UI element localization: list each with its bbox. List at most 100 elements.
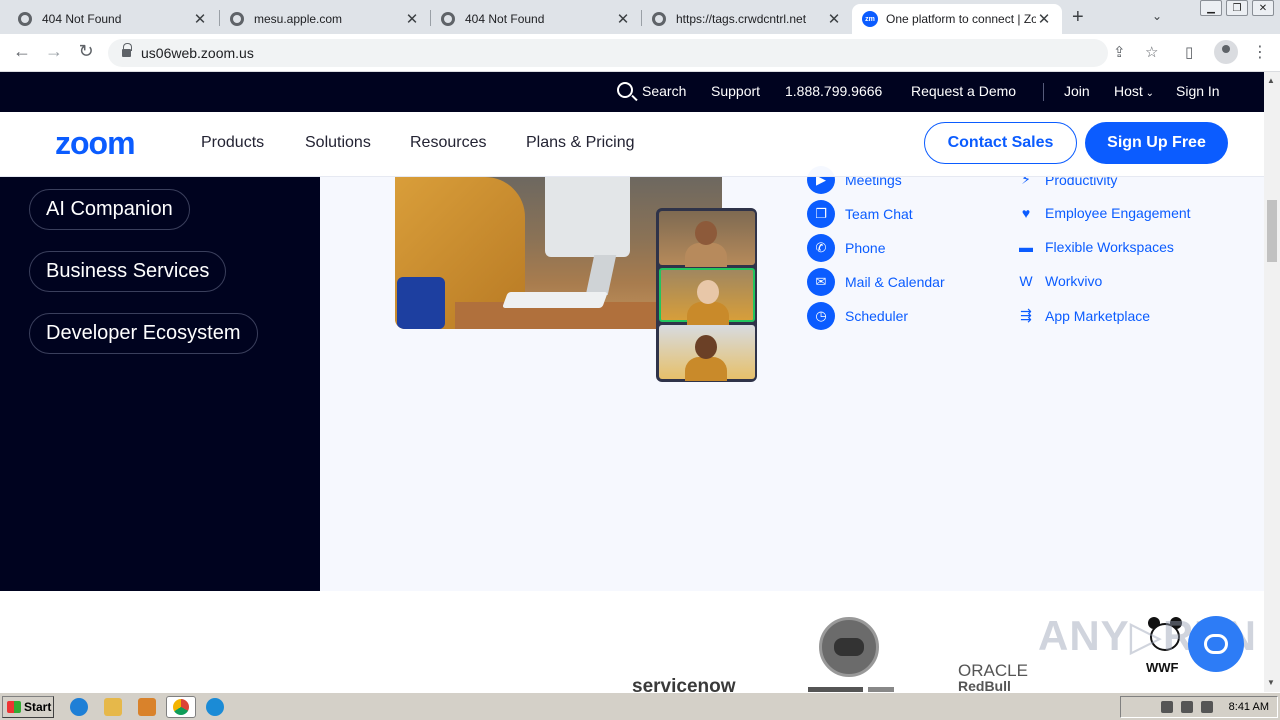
feature-workvivo[interactable]: W Workvivo — [1017, 273, 1102, 289]
utility-bar: Search Support 1.888.799.9666 Request a … — [0, 72, 1264, 112]
start-button[interactable]: Start — [2, 696, 54, 718]
browser-tab[interactable]: https://tags.crwdcntrl.net ✕ — [642, 4, 852, 34]
tile-body — [685, 243, 727, 267]
globe-icon — [441, 12, 455, 26]
search-link[interactable]: Search — [642, 83, 686, 99]
request-demo-link[interactable]: Request a Demo — [911, 83, 1016, 99]
menu-kebab-icon[interactable]: ⋮ — [1252, 42, 1268, 62]
phone-link[interactable]: 1.888.799.9666 — [785, 83, 882, 99]
sign-up-free-button[interactable]: Sign Up Free — [1085, 122, 1228, 164]
tile-face — [697, 280, 719, 304]
new-tab-icon[interactable]: + — [1072, 6, 1084, 29]
chrome-taskbar-button[interactable] — [166, 696, 196, 718]
zoom-logo[interactable]: zoom — [55, 125, 136, 162]
heart-icon: ♥ — [1021, 205, 1031, 221]
nav-products[interactable]: Products — [201, 134, 264, 152]
feature-label: Team Chat — [845, 206, 913, 222]
internet-explorer-icon[interactable] — [70, 698, 88, 716]
nav-plans-pricing[interactable]: Plans & Pricing — [526, 134, 635, 152]
feature-label: Employee Engagement — [1045, 205, 1191, 221]
back-icon[interactable]: ← — [10, 41, 34, 62]
video-tile — [659, 211, 755, 267]
page-viewport: Search Support 1.888.799.9666 Request a … — [0, 72, 1264, 692]
close-icon[interactable]: ✕ — [1036, 10, 1052, 28]
menu-pill-business-services[interactable]: Business Services — [29, 251, 227, 292]
share-icon[interactable]: ⇪ — [1113, 43, 1126, 61]
sign-in-link[interactable]: Sign In — [1176, 83, 1220, 99]
browser-toolbar: ← → ↻ us06web.zoom.us ⇪ ☆ ▯ ⋮ — [0, 34, 1280, 72]
url-text[interactable]: us06web.zoom.us — [141, 45, 254, 61]
scrollbar-thumb[interactable] — [1267, 200, 1277, 262]
flag-icon[interactable] — [1200, 701, 1213, 713]
edge-icon[interactable] — [206, 698, 224, 716]
reload-icon[interactable]: ↻ — [74, 41, 98, 62]
media-player-icon[interactable] — [138, 698, 156, 716]
folder-icon[interactable] — [104, 698, 122, 716]
network-icon[interactable] — [1180, 701, 1193, 713]
nav-resources[interactable]: Resources — [410, 134, 486, 152]
main-navigation: zoom Products Solutions Resources Plans … — [0, 112, 1264, 177]
chevron-down-icon: ⌄ — [1142, 88, 1154, 99]
photo-monitor — [545, 177, 630, 257]
feature-label: Mail & Calendar — [845, 274, 945, 290]
tab-title: https://tags.crwdcntrl.net — [676, 12, 807, 26]
feature-label: App Marketplace — [1045, 307, 1151, 324]
join-link[interactable]: Join — [1064, 83, 1090, 99]
nav-solutions[interactable]: Solutions — [305, 134, 371, 152]
feature-label: Flexible Workspaces — [1045, 239, 1174, 255]
tab-title: 404 Not Found — [42, 12, 122, 26]
feature-team-chat[interactable]: ❐ Team Chat — [807, 200, 913, 228]
support-link[interactable]: Support — [711, 83, 760, 99]
star-icon[interactable]: ☆ — [1145, 43, 1158, 61]
search-icon[interactable] — [617, 82, 633, 98]
contact-sales-button[interactable]: Contact Sales — [924, 122, 1077, 164]
scroll-up-icon[interactable]: ▲ — [1267, 76, 1275, 85]
menu-pill-developer-ecosystem[interactable]: Developer Ecosystem — [29, 313, 258, 354]
feature-mail-calendar[interactable]: ✉ Mail & Calendar — [807, 268, 945, 296]
start-label: Start — [24, 700, 52, 714]
tab-title: One platform to connect | Zoom — [886, 12, 1036, 26]
feature-phone[interactable]: ✆ Phone — [807, 234, 885, 262]
chat-support-button[interactable] — [1188, 616, 1244, 672]
address-bar[interactable]: us06web.zoom.us — [108, 39, 1108, 67]
chrome-icon — [173, 699, 189, 715]
feature-app-marketplace[interactable]: ⇶ App Marketplace — [1017, 307, 1150, 324]
servicenow-logo: servicenow — [632, 676, 736, 692]
monitor-icon: ▬ — [1019, 239, 1033, 255]
forward-icon[interactable]: → — [42, 41, 66, 62]
restore-icon[interactable]: ❐ — [1226, 0, 1248, 16]
clock[interactable]: 8:41 AM — [1229, 701, 1269, 713]
side-panel-icon[interactable]: ▯ — [1185, 43, 1193, 61]
close-window-icon[interactable]: ✕ — [1252, 0, 1274, 16]
close-icon[interactable]: ✕ — [615, 10, 631, 28]
close-icon[interactable]: ✕ — [826, 10, 842, 28]
volume-icon[interactable] — [1160, 701, 1173, 713]
tile-body — [687, 302, 729, 326]
host-menu[interactable]: Host ⌄ — [1114, 83, 1154, 99]
browser-tab-active[interactable]: zm One platform to connect | Zoom ✕ — [852, 4, 1062, 34]
profile-avatar-icon[interactable] — [1214, 40, 1238, 64]
divider — [1043, 83, 1044, 101]
browser-tab-bar: 404 Not Found ✕ mesu.apple.com ✕ 404 Not… — [0, 0, 1280, 34]
browser-tab[interactable]: 404 Not Found ✕ — [431, 4, 641, 34]
tile-body — [685, 357, 727, 381]
close-icon[interactable]: ✕ — [404, 10, 420, 28]
video-tile — [659, 325, 755, 381]
browser-tab[interactable]: 404 Not Found ✕ — [8, 4, 218, 34]
scroll-down-icon[interactable]: ▼ — [1267, 678, 1275, 687]
phone-icon: ✆ — [807, 234, 835, 262]
close-icon[interactable]: ✕ — [192, 10, 208, 28]
feature-employee-engagement[interactable]: ♥ Employee Engagement — [1017, 205, 1191, 221]
feature-flexible-workspaces[interactable]: ▬ Flexible Workspaces — [1017, 239, 1174, 255]
feature-scheduler[interactable]: ◷ Scheduler — [807, 302, 908, 330]
chat-icon — [1204, 634, 1228, 654]
globe-icon — [652, 12, 666, 26]
page-scrollbar[interactable]: ▲ ▼ — [1264, 72, 1280, 692]
zoom-favicon-icon: zm — [862, 11, 878, 27]
browser-tab[interactable]: mesu.apple.com ✕ — [220, 4, 430, 34]
chevron-down-icon[interactable]: ⌄ — [1152, 9, 1162, 23]
photo-mug — [397, 277, 445, 329]
menu-pill-ai-companion[interactable]: AI Companion — [29, 189, 190, 230]
tile-face — [695, 335, 717, 359]
minimize-icon[interactable]: ▁ — [1200, 0, 1222, 16]
